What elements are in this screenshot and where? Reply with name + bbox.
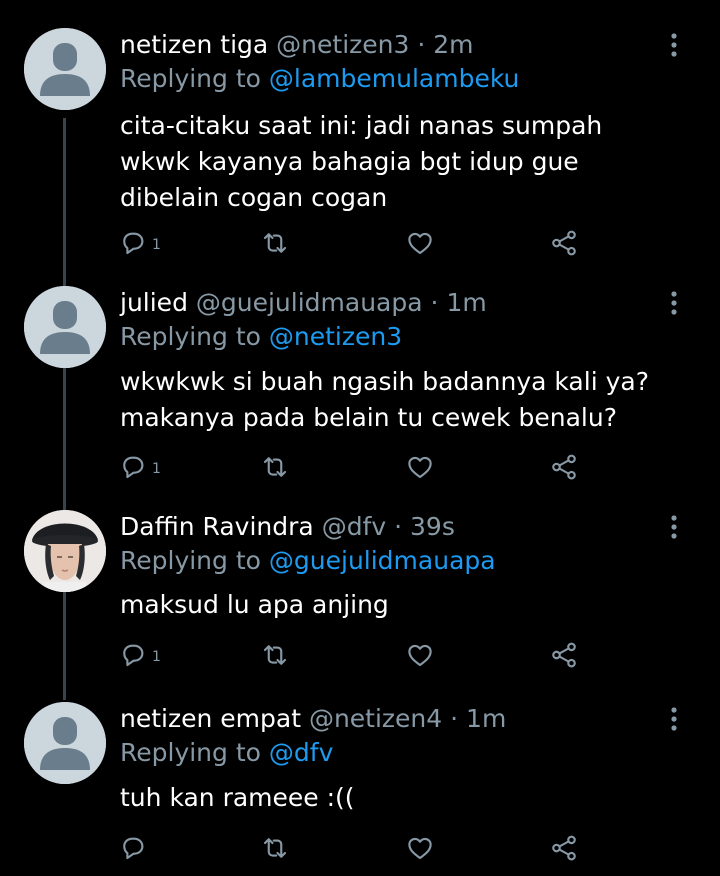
like-button[interactable]	[405, 452, 435, 482]
retweet-icon	[263, 645, 287, 665]
avatar[interactable]	[24, 702, 106, 784]
user-handle[interactable]: @netizen3	[276, 30, 409, 59]
tweet[interactable]: netizen empat @netizen4 · 1m Replying to…	[0, 702, 720, 872]
separator-dot: ·	[417, 30, 426, 59]
retweet-icon	[263, 838, 287, 858]
display-name[interactable]: julied	[120, 288, 188, 317]
heart-icon	[408, 456, 432, 479]
share-icon	[552, 230, 576, 256]
replying-to: Replying to @dfv	[120, 736, 333, 770]
separator-dot: ·	[430, 288, 439, 317]
reply-button[interactable]	[118, 833, 152, 863]
reply-icon	[123, 837, 144, 860]
tweet-text: tuh kan rameee :((	[120, 783, 355, 812]
share-button[interactable]	[549, 640, 579, 670]
reply-button[interactable]: 1	[118, 640, 161, 670]
heart-icon	[408, 232, 432, 255]
heart-icon	[408, 644, 432, 667]
replying-to-mention[interactable]: @dfv	[269, 738, 333, 767]
display-name[interactable]: netizen empat	[120, 704, 301, 733]
tweet[interactable]: netizen tiga @netizen3 · 2m Replying to …	[0, 28, 720, 260]
replying-to-label: Replying to	[120, 64, 261, 93]
avatar[interactable]	[24, 28, 106, 110]
share-icon	[552, 835, 576, 861]
user-handle[interactable]: @dfv	[322, 512, 386, 541]
like-button[interactable]	[405, 833, 435, 863]
tweet-text: maksud lu apa anjing	[120, 590, 389, 619]
retweet-icon	[263, 233, 287, 253]
retweet-button[interactable]	[260, 228, 290, 258]
profile-photo-icon	[24, 510, 106, 592]
replying-to: Replying to @netizen3	[120, 320, 402, 354]
more-options-icon[interactable]	[664, 706, 684, 732]
reply-button[interactable]: 1	[118, 452, 161, 482]
share-button[interactable]	[549, 833, 579, 863]
more-options-icon[interactable]	[664, 32, 684, 58]
tweet-header: Daffin Ravindra @dfv · 39s	[120, 510, 455, 544]
display-name[interactable]: Daffin Ravindra	[120, 512, 314, 541]
reply-count: 1	[152, 461, 161, 477]
avatar[interactable]	[24, 510, 106, 592]
default-avatar-icon	[24, 28, 106, 110]
default-avatar-icon	[24, 702, 106, 784]
separator-dot: ·	[394, 512, 403, 541]
reply-count: 1	[152, 237, 161, 253]
display-name[interactable]: netizen tiga	[120, 30, 268, 59]
like-button[interactable]	[405, 228, 435, 258]
tweet-text: cita-citaku saat ini: jadi nanas sumpah …	[120, 111, 603, 212]
more-options-icon[interactable]	[664, 514, 684, 540]
replying-to-label: Replying to	[120, 738, 261, 767]
retweet-icon	[263, 457, 287, 477]
replying-to-mention[interactable]: @netizen3	[269, 322, 402, 351]
tweet-header: julied @guejulidmauapa · 1m	[120, 286, 487, 320]
replying-to: Replying to @lambemulambeku	[120, 62, 519, 96]
timestamp[interactable]: 2m	[433, 30, 473, 59]
replying-to-mention[interactable]: @guejulidmauapa	[269, 546, 496, 575]
avatar[interactable]	[24, 286, 106, 368]
retweet-button[interactable]	[260, 833, 290, 863]
replying-to-label: Replying to	[120, 322, 261, 351]
reply-icon	[123, 644, 144, 667]
replying-to-label: Replying to	[120, 546, 261, 575]
tweet-header: netizen empat @netizen4 · 1m	[120, 702, 506, 736]
share-button[interactable]	[549, 452, 579, 482]
tweet-text: wkwkwk si buah ngasih badannya kali ya? …	[120, 367, 649, 432]
share-icon	[552, 642, 576, 668]
heart-icon	[408, 837, 432, 860]
share-icon	[552, 454, 576, 480]
timestamp[interactable]: 39s	[410, 512, 455, 541]
retweet-button[interactable]	[260, 640, 290, 670]
tweet[interactable]: Daffin Ravindra @dfv · 39s Replying to @…	[0, 510, 720, 680]
replying-to: Replying to @guejulidmauapa	[120, 544, 496, 578]
tweet-header: netizen tiga @netizen3 · 2m	[120, 28, 474, 62]
default-avatar-icon	[24, 286, 106, 368]
reply-count: 1	[152, 649, 161, 665]
replying-to-mention[interactable]: @lambemulambeku	[269, 64, 520, 93]
timestamp[interactable]: 1m	[466, 704, 506, 733]
more-options-icon[interactable]	[664, 290, 684, 316]
reply-icon	[123, 456, 144, 479]
like-button[interactable]	[405, 640, 435, 670]
reply-button[interactable]: 1	[118, 228, 161, 258]
retweet-button[interactable]	[260, 452, 290, 482]
reply-icon	[123, 232, 144, 255]
timestamp[interactable]: 1m	[446, 288, 486, 317]
share-button[interactable]	[549, 228, 579, 258]
user-handle[interactable]: @guejulidmauapa	[196, 288, 423, 317]
separator-dot: ·	[450, 704, 459, 733]
user-handle[interactable]: @netizen4	[309, 704, 442, 733]
tweet[interactable]: julied @guejulidmauapa · 1m Replying to …	[0, 286, 720, 496]
